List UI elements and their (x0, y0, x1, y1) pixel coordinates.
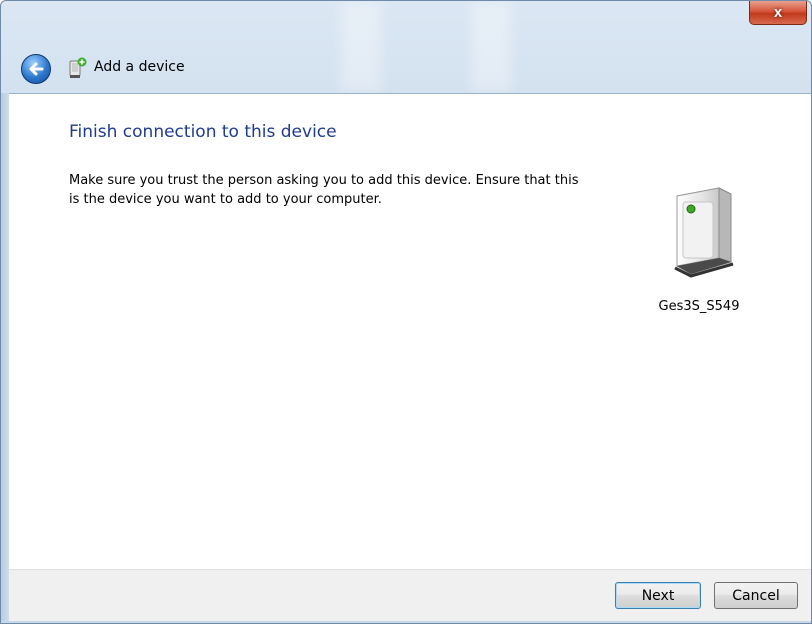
dialog-footer: Next Cancel (9, 569, 811, 623)
cancel-button[interactable]: Cancel (714, 582, 798, 609)
content-pane: Finish connection to this device Make su… (9, 93, 811, 569)
next-button[interactable]: Next (615, 582, 701, 609)
add-device-icon (69, 57, 87, 78)
dialog-window: x Add a device Finish connection to this… (0, 0, 812, 624)
back-arrow-icon (29, 62, 44, 76)
page-heading: Finish connection to this device (69, 122, 337, 142)
window-left-frame (1, 93, 9, 623)
window-title: Add a device (94, 59, 185, 75)
device-name-label: Ges3S_S549 (658, 299, 740, 314)
wizard-header: Add a device (1, 47, 811, 91)
close-icon: x (773, 4, 783, 21)
close-button[interactable]: x (749, 1, 807, 25)
back-button[interactable] (21, 54, 51, 84)
instruction-text: Make sure you trust the person asking yo… (69, 173, 579, 207)
computer-tower-icon[interactable] (657, 182, 741, 282)
